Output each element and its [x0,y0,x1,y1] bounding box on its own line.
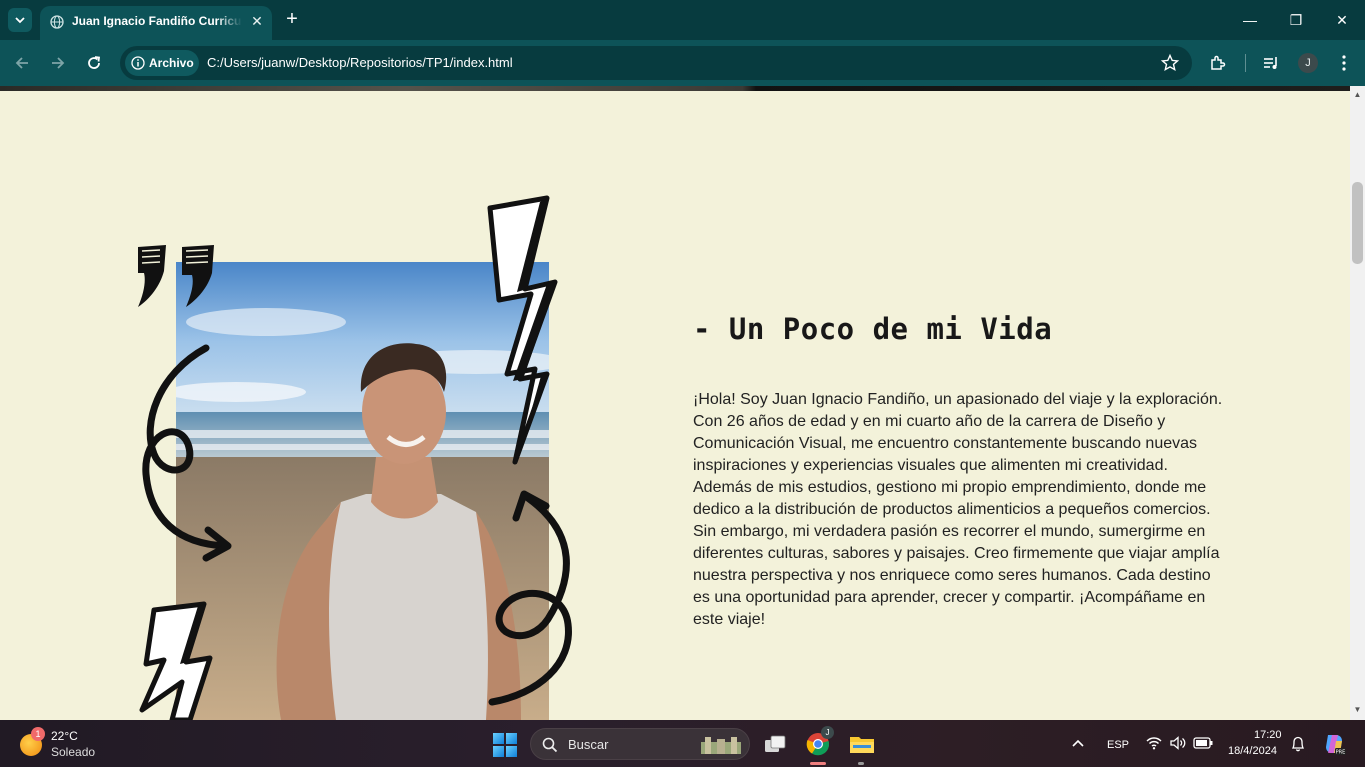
toolbar-divider [1245,54,1246,72]
page-viewport: - Un Poco de mi Vida ¡Hola! Soy Juan Ign… [0,86,1350,720]
notification-bell-icon[interactable] [1291,736,1305,752]
more-vertical-icon [1342,55,1346,71]
globe-icon [50,15,64,29]
windows-logo-tile [506,746,517,757]
clock-time[interactable]: 17:20 [1254,729,1282,741]
extensions-button[interactable] [1207,52,1229,74]
windows-logo-tile [493,733,504,744]
browser-tab-active[interactable]: Juan Ignacio Fandiño Curriculum ✕ [40,6,272,40]
site-info-label: Archivo [149,56,194,70]
windows-logo-tile [506,733,517,744]
weather-badge: 1 [31,727,45,741]
weather-condition[interactable]: Soleado [51,745,95,759]
address-bar[interactable]: Archivo C:/Users/juanw/Desktop/Repositor… [120,46,1192,80]
music-queue-icon [1264,57,1277,69]
forward-button[interactable] [46,51,70,75]
chevron-up-icon[interactable] [1071,738,1085,748]
arrow-right-icon [52,57,65,69]
battery-icon[interactable] [1193,737,1213,749]
open-app-indicator [858,762,864,765]
tab-strip: Juan Ignacio Fandiño Curriculum ✕ + — ❐ … [0,0,1365,40]
browser-menu-button[interactable] [1333,52,1355,74]
curly-arrow-down-icon [142,344,232,562]
quote-marks-icon [138,245,214,307]
task-view-button[interactable] [759,728,791,760]
restore-button[interactable]: ❐ [1274,6,1318,34]
tab-title: Juan Ignacio Fandiño Curriculum [72,14,242,28]
windows-logo-tile [493,746,504,757]
bookmark-star-icon[interactable] [1160,53,1180,73]
input-language[interactable]: ESP [1107,739,1129,751]
search-highlight-icon [701,737,741,754]
curly-arrow-up-icon [488,490,572,706]
search-placeholder: Buscar [568,737,609,752]
file-explorer-button[interactable] [846,728,878,760]
copilot-icon[interactable]: PRE [1322,732,1346,756]
active-app-indicator [810,762,826,765]
scroll-down-icon[interactable]: ▼ [1353,706,1362,714]
lightning-bolt-icon [487,195,558,465]
chrome-profile-badge: J [821,726,834,739]
task-view-icon [765,735,786,752]
weather-temperature[interactable]: 22°C [51,729,78,743]
reload-button[interactable] [82,51,106,75]
page-scrollbar[interactable]: ▲ ▼ [1350,86,1365,720]
site-info-chip[interactable]: Archivo [125,50,199,76]
section-heading: - Un Poco de mi Vida [693,312,1053,346]
folder-icon [850,737,874,753]
reload-icon [88,56,101,69]
back-button[interactable] [10,51,34,75]
scroll-thumb[interactable] [1352,182,1363,264]
minimize-button[interactable]: — [1228,6,1272,34]
media-control-button[interactable] [1260,52,1282,74]
volume-icon[interactable] [1169,736,1187,750]
chevron-down-icon [15,17,25,24]
puzzle-icon [1211,55,1226,70]
svg-text:PRE: PRE [1336,750,1346,756]
info-icon [131,56,145,70]
arrow-left-icon [15,57,28,69]
bio-paragraph: ¡Hola! Soy Juan Ignacio Fandiño, un apas… [693,391,1223,628]
wifi-icon[interactable] [1146,736,1162,750]
windows-taskbar: 1 22°C Soleado Buscar J ESP 17:20 18/4/2… [0,720,1365,767]
new-tab-button[interactable]: + [282,9,302,31]
tab-search-button[interactable] [8,8,32,32]
browser-toolbar: Archivo C:/Users/juanw/Desktop/Repositor… [0,40,1365,86]
taskbar-search[interactable]: Buscar [530,728,750,760]
header-image-edge [0,86,1350,91]
clock-date[interactable]: 18/4/2024 [1228,745,1277,757]
close-window-button[interactable]: ✕ [1320,6,1364,34]
chrome-taskbar-button[interactable]: J [802,726,834,760]
scroll-up-icon[interactable]: ▲ [1353,91,1362,99]
start-button[interactable] [493,733,517,757]
search-icon [542,737,558,753]
profile-avatar[interactable]: J [1298,53,1318,73]
lightning-bolt-small-icon [139,601,213,720]
close-tab-icon[interactable]: ✕ [248,12,266,30]
url-text[interactable]: C:/Users/juanw/Desktop/Repositorios/TP1/… [207,55,513,70]
